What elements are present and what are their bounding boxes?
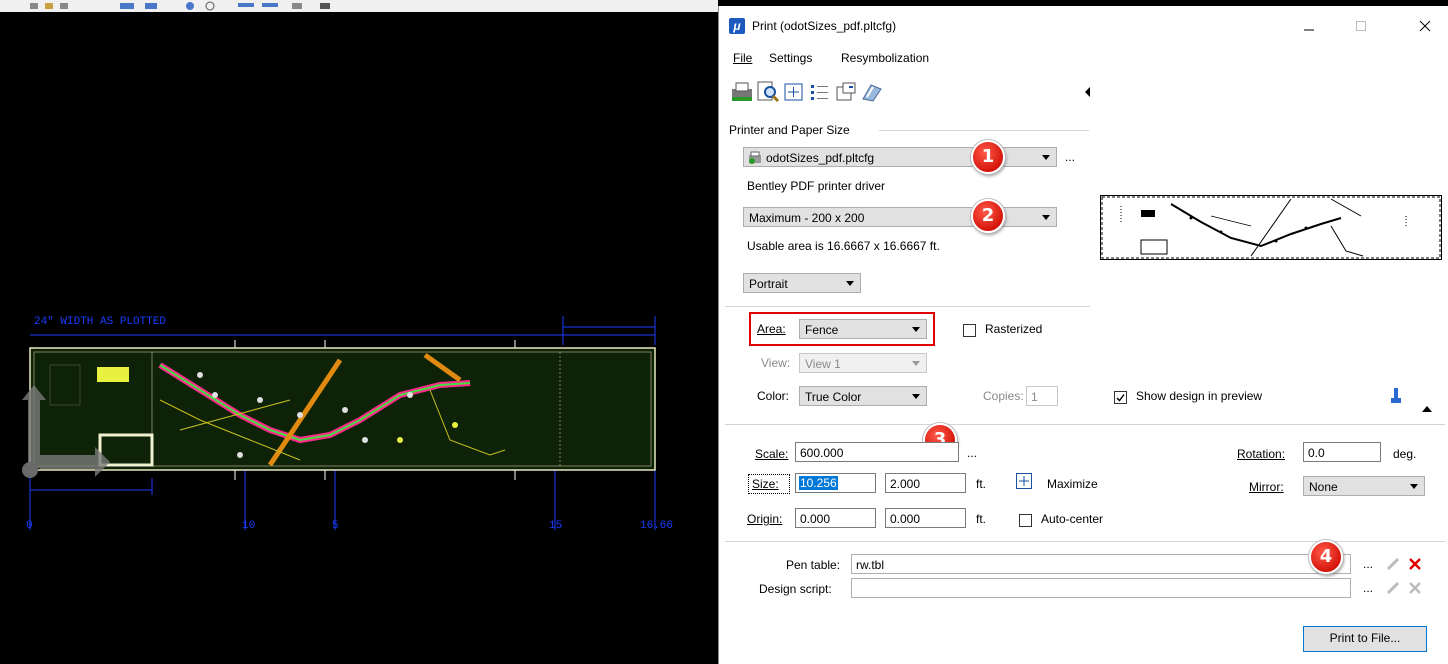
menu-file[interactable]: File bbox=[733, 51, 752, 65]
color-select[interactable]: True Color bbox=[799, 386, 927, 406]
collapse-arrow-icon[interactable] bbox=[1085, 87, 1090, 97]
origin-label: Origin: bbox=[747, 512, 783, 526]
title-bar[interactable]: μ Print (odotSizes_pdf.pltcfg) bbox=[719, 6, 1448, 46]
print-preview bbox=[1100, 195, 1442, 260]
divider bbox=[725, 541, 1445, 542]
dialog-title: Print (odotSizes_pdf.pltcfg) bbox=[752, 19, 897, 33]
close-button[interactable] bbox=[1415, 16, 1435, 36]
printer-section-label: Printer and Paper Size bbox=[729, 123, 850, 137]
copies-label: Copies: bbox=[983, 389, 1024, 403]
pen-table-remove-icon[interactable] bbox=[1407, 556, 1423, 575]
size-unit-label: ft. bbox=[976, 477, 987, 491]
callout-4: 4 bbox=[1309, 540, 1343, 574]
view-select[interactable]: View 1 bbox=[799, 353, 927, 373]
rasterized-label: Rasterized bbox=[985, 322, 1043, 336]
view-label: View: bbox=[761, 356, 791, 370]
origin-unit-label: ft. bbox=[976, 512, 987, 526]
printer-driver-icon bbox=[749, 151, 761, 164]
printer-config-browse[interactable]: ... bbox=[1065, 150, 1075, 164]
callout-2: 2 bbox=[971, 199, 1005, 233]
printer-driver-label: Bentley PDF printer driver bbox=[747, 179, 886, 193]
minimize-button[interactable] bbox=[1299, 16, 1319, 36]
scale-label: Scale: bbox=[755, 447, 789, 461]
design-script-label: Design script: bbox=[759, 582, 832, 596]
origin-y-input[interactable]: 0.000 bbox=[885, 508, 966, 528]
rasterized-checkbox[interactable] bbox=[963, 324, 976, 337]
size-label: Size: bbox=[748, 474, 790, 494]
divider bbox=[879, 130, 1089, 131]
rotation-input[interactable]: 0.0 bbox=[1303, 442, 1381, 462]
menu-resymbolization[interactable]: Resymbolization bbox=[841, 51, 929, 65]
fit-view-icon[interactable] bbox=[781, 79, 807, 105]
show-design-label: Show design in preview bbox=[1136, 389, 1263, 403]
design-script-remove-icon[interactable] bbox=[1407, 580, 1423, 599]
rotation-label: Rotation: bbox=[1237, 447, 1286, 461]
color-label: Color: bbox=[757, 389, 790, 403]
ruler-label-0: 0 bbox=[26, 520, 33, 532]
preview-icon[interactable] bbox=[755, 79, 781, 105]
scale-input[interactable]: 600.000 bbox=[795, 442, 959, 462]
copies-input[interactable]: 1 bbox=[1026, 386, 1058, 406]
design-script-browse[interactable]: ... bbox=[1363, 581, 1373, 595]
menu-bar: File Settings Resymbolization bbox=[719, 47, 1448, 69]
view-window-icon[interactable] bbox=[833, 79, 859, 105]
maximize-label: Maximize bbox=[1047, 477, 1098, 491]
scale-browse[interactable]: ... bbox=[967, 446, 977, 460]
size-y-input[interactable]: 2.000 bbox=[885, 473, 966, 493]
preview-drawing bbox=[1101, 196, 1441, 259]
maximize-size-icon[interactable] bbox=[1014, 471, 1034, 491]
minimize-icon bbox=[1304, 29, 1314, 31]
brush-icon[interactable] bbox=[1389, 386, 1403, 409]
microstation-logo-icon: μ bbox=[729, 18, 745, 34]
fence-icon[interactable] bbox=[859, 79, 885, 105]
paper-size-select[interactable]: Maximum - 200 x 200 bbox=[743, 207, 1057, 227]
pen-table-input[interactable]: rw.tbl bbox=[851, 554, 1351, 574]
ruler-label-5: 5 bbox=[332, 520, 339, 532]
ruler-label-16-66: 16.66 bbox=[640, 520, 674, 532]
show-design-checkbox[interactable] bbox=[1114, 391, 1127, 404]
print-dialog: μ Print (odotSizes_pdf.pltcfg) File Sett… bbox=[718, 6, 1448, 664]
print-to-file-button[interactable]: Print to File... bbox=[1303, 626, 1427, 652]
origin-x-input[interactable]: 0.000 bbox=[795, 508, 876, 528]
printer-icon[interactable] bbox=[729, 79, 755, 105]
divider bbox=[725, 306, 1090, 307]
checkmark-icon bbox=[1116, 394, 1125, 402]
rotation-unit-label: deg. bbox=[1393, 447, 1417, 461]
auto-center-checkbox[interactable] bbox=[1019, 514, 1032, 527]
maximize-button[interactable] bbox=[1351, 16, 1371, 36]
mirror-label: Mirror: bbox=[1249, 480, 1284, 494]
divider bbox=[725, 424, 1445, 425]
list-icon[interactable] bbox=[807, 79, 833, 105]
usable-area-label: Usable area is 16.6667 x 16.6667 ft. bbox=[747, 239, 940, 253]
auto-center-label: Auto-center bbox=[1041, 512, 1104, 526]
ruler-label-10: 10 bbox=[242, 520, 256, 532]
cad-drawing bbox=[22, 316, 656, 530]
pen-table-label: Pen table: bbox=[786, 558, 841, 572]
area-select[interactable]: Fence bbox=[799, 319, 927, 339]
printer-config-select[interactable]: odotSizes_pdf.pltcfg bbox=[743, 147, 1057, 167]
maximize-icon bbox=[1356, 21, 1366, 31]
size-x-input[interactable]: 10.256 bbox=[795, 473, 876, 493]
area-label: Area: bbox=[757, 322, 786, 336]
close-icon bbox=[1419, 20, 1431, 32]
collapse-up-icon[interactable] bbox=[1422, 406, 1432, 412]
orientation-select[interactable]: Portrait bbox=[743, 273, 861, 293]
cad-view[interactable]: 24" WIDTH AS PLOTTED 0 10 5 15 16.66 bbox=[0, 0, 718, 664]
pen-table-browse[interactable]: ... bbox=[1363, 557, 1373, 571]
design-script-input[interactable] bbox=[851, 578, 1351, 598]
callout-1: 1 bbox=[971, 140, 1005, 174]
menu-settings[interactable]: Settings bbox=[769, 51, 812, 65]
ruler-label-15: 15 bbox=[549, 520, 563, 532]
design-script-edit-icon[interactable] bbox=[1385, 580, 1401, 599]
pen-table-edit-icon[interactable] bbox=[1385, 556, 1401, 575]
mirror-select[interactable]: None bbox=[1303, 476, 1425, 496]
